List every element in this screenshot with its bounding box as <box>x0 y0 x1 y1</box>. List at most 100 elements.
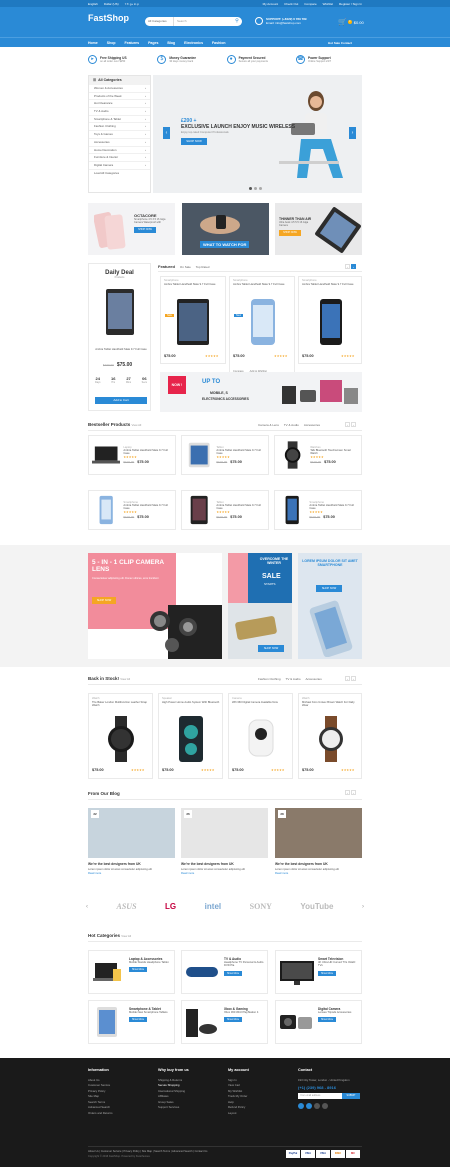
brand-lg[interactable]: LG <box>165 902 176 911</box>
topbar-link-checkout[interactable]: Check Out <box>284 2 298 6</box>
search-icon[interactable]: ⚲ <box>232 17 242 26</box>
tab-camera[interactable]: Camera & Lens <box>258 423 279 427</box>
read-more-link[interactable]: Read more <box>275 872 362 875</box>
nav-fashion[interactable]: Fashion <box>212 41 225 45</box>
category-item[interactable]: Furniture & Interior › <box>89 154 150 162</box>
brands-prev-arrow[interactable]: ‹ <box>86 904 88 910</box>
banner-thinner[interactable]: THINNER THAN AIR Ultra book 4.5 5.5 16 G… <box>275 203 362 255</box>
footer-link[interactable]: Support Services <box>158 1105 189 1111</box>
next-arrow[interactable]: › <box>351 264 356 269</box>
category-item[interactable]: Accessories › <box>89 139 150 147</box>
daily-deal-add-button[interactable]: Add to Cart <box>95 397 147 404</box>
read-more-link[interactable]: Read more <box>88 872 175 875</box>
brand-sony[interactable]: SONY <box>250 902 272 911</box>
category-item[interactable]: Smartphone & Tablet › <box>89 116 150 124</box>
backinstock-view-all[interactable]: View All <box>120 677 130 681</box>
tab-fashion[interactable]: Fashion Clothing <box>258 677 281 681</box>
search-category-select[interactable]: All Categories <box>145 17 174 26</box>
slider-prev-arrow[interactable]: ‹ <box>163 127 170 139</box>
hot-category[interactable]: TV & Audio Headphone TV Personal & Audio… <box>181 950 268 994</box>
category-item[interactable]: Products of the Week › <box>89 93 150 101</box>
footer-link[interactable]: Layout <box>228 1111 249 1117</box>
tab-onsale[interactable]: On Sale <box>180 265 191 269</box>
category-load-all[interactable]: Load All Categories <box>89 170 150 178</box>
footer-link[interactable]: Customer Service <box>88 1083 113 1089</box>
banner-octacore-button[interactable]: SHOP NOW <box>134 227 156 233</box>
brand-youtube[interactable]: YouTube <box>300 902 333 911</box>
hot-category[interactable]: Xbox & Gaming Xbox 360 WiiU PlayStation … <box>181 1000 268 1044</box>
newsletter-submit-button[interactable]: SUBMIT <box>342 1092 360 1099</box>
tab-accessories[interactable]: Accessories <box>304 423 320 427</box>
category-menu-header[interactable]: ☰ All Categories <box>89 76 150 85</box>
product-card[interactable]: Watch The Baker London Multifunction Lea… <box>88 693 153 779</box>
topbar-link-account[interactable]: My Account <box>263 2 279 6</box>
twitter-icon[interactable] <box>306 1102 312 1109</box>
tab-toprated[interactable]: Top Rated <box>196 265 210 269</box>
show-more-button[interactable]: Show More <box>224 970 242 976</box>
banner-lorem-phone[interactable]: LOREM IPSUM DOLOR SIT AMET SMARTPHONE SH… <box>298 553 362 659</box>
hot-category[interactable]: Digital Camera Lenses Tripods Accessorie… <box>275 1000 362 1044</box>
banner-watch[interactable]: WHAT TO WATCH FOR <box>182 203 269 255</box>
brand-asus[interactable]: ASUS <box>117 902 137 911</box>
next-arrow[interactable]: › <box>351 422 356 427</box>
topbar-link-compare[interactable]: Compare <box>304 2 316 6</box>
hotcat-view-all[interactable]: View All <box>121 934 131 938</box>
read-more-link[interactable]: Read more <box>181 872 268 875</box>
product-card[interactable]: Speaker High Power Home Audio System Wit… <box>158 693 223 779</box>
newsletter-input[interactable]: Your email address <box>298 1092 342 1099</box>
category-item[interactable]: Home Decoration › <box>89 147 150 155</box>
lorem-button[interactable]: SHOP NOW <box>316 585 342 592</box>
category-item[interactable]: Women & Accessories › <box>89 85 150 93</box>
product-card[interactable]: Watch Michael Kors Unisex Brown Watch Fo… <box>298 693 362 779</box>
bestseller-item[interactable]: Smartphone Ambra Tablet Handheld Slate 9… <box>274 490 362 530</box>
show-more-button[interactable]: Show More <box>318 1017 336 1023</box>
show-more-button[interactable]: Show More <box>129 967 147 973</box>
clip-button[interactable]: SHOP NOW <box>92 597 116 604</box>
footer-link[interactable]: Advanced Search <box>88 1105 113 1111</box>
show-more-button[interactable]: Show More <box>318 970 336 976</box>
category-item[interactable]: Digital Camera › <box>89 162 150 170</box>
blog-image[interactable]: 26 <box>181 808 268 858</box>
tab-featured[interactable]: Featured <box>158 264 175 269</box>
bestseller-item[interactable]: Smartphone Ambra Tablet Handheld Slate 9… <box>88 490 176 530</box>
blog-post[interactable]: 22 We're the best designers from UK Lore… <box>88 808 175 875</box>
prev-arrow[interactable]: ‹ <box>345 264 350 269</box>
slider-next-arrow[interactable]: › <box>349 127 356 139</box>
hero-shop-button[interactable]: SHOP NOW <box>181 138 207 145</box>
category-item[interactable]: Toys & Games › <box>89 131 150 139</box>
nav-features[interactable]: Features <box>124 41 139 45</box>
nav-right-links[interactable]: Hot Sale Contact <box>328 41 352 45</box>
category-item[interactable]: TV & Audio › <box>89 108 150 116</box>
banner-winter-sale[interactable]: OVERCOME THE WINTER SALE STARTS SHOP NOW <box>228 553 292 659</box>
blog-post[interactable]: 28 We're the best designers from UK Lore… <box>275 808 362 875</box>
footer-link[interactable]: Track My Order <box>228 1094 249 1100</box>
next-arrow[interactable]: › <box>351 790 356 795</box>
banner-clip-lens[interactable]: 5 - IN - 1 CLIP CAMERA LENS Consectetuer… <box>88 553 222 659</box>
blog-image[interactable]: 22 <box>88 808 175 858</box>
cart-button[interactable]: 🛒 0 $0.00 <box>338 18 364 26</box>
bestseller-item[interactable]: Laptop Ambra Tablet Handheld Slate 9.7 F… <box>88 435 176 475</box>
nav-pages[interactable]: Pages <box>148 41 158 45</box>
category-item[interactable]: Fashion Clothing › <box>89 123 150 132</box>
logo[interactable]: FastShop <box>88 13 129 23</box>
footer-link[interactable]: Orders and Returns <box>88 1111 113 1117</box>
product-card[interactable]: Smartphone Ambra Tablet Handheld Slate 9… <box>298 276 362 364</box>
prev-arrow[interactable]: ‹ <box>345 790 350 795</box>
blog-post[interactable]: 26 We're the best designers from UK Lore… <box>181 808 268 875</box>
footer-bottom-links[interactable]: About Us | Customer Service | Privacy Po… <box>88 1150 207 1153</box>
slider-dots[interactable] <box>249 187 262 190</box>
daily-deal-image[interactable] <box>104 289 136 335</box>
prev-arrow[interactable]: ‹ <box>345 676 350 681</box>
category-item[interactable]: Hot Clearance › <box>89 100 150 109</box>
bestseller-item[interactable]: Tablet Ambra Tablet Handheld Slate 9.7 F… <box>181 435 269 475</box>
winter-button[interactable]: SHOP NOW <box>258 645 284 652</box>
bestseller-item[interactable]: Tablet Ambra Tablet Handheld Slate 9.7 F… <box>181 490 269 530</box>
blog-image[interactable]: 28 <box>275 808 362 858</box>
bestseller-item[interactable]: Watches Talk Bluetooth Touchscreen Smart… <box>274 435 362 475</box>
product-card[interactable]: Smartphone Ambra Tablet Handheld Slate 9… <box>160 276 226 364</box>
nav-shop[interactable]: Shop <box>107 41 116 45</box>
tab-accessories[interactable]: Accessories <box>306 677 322 681</box>
next-arrow[interactable]: › <box>351 676 356 681</box>
facebook-icon[interactable] <box>298 1102 304 1109</box>
social-icons[interactable]: f ✕ g+ in p <box>125 2 139 6</box>
